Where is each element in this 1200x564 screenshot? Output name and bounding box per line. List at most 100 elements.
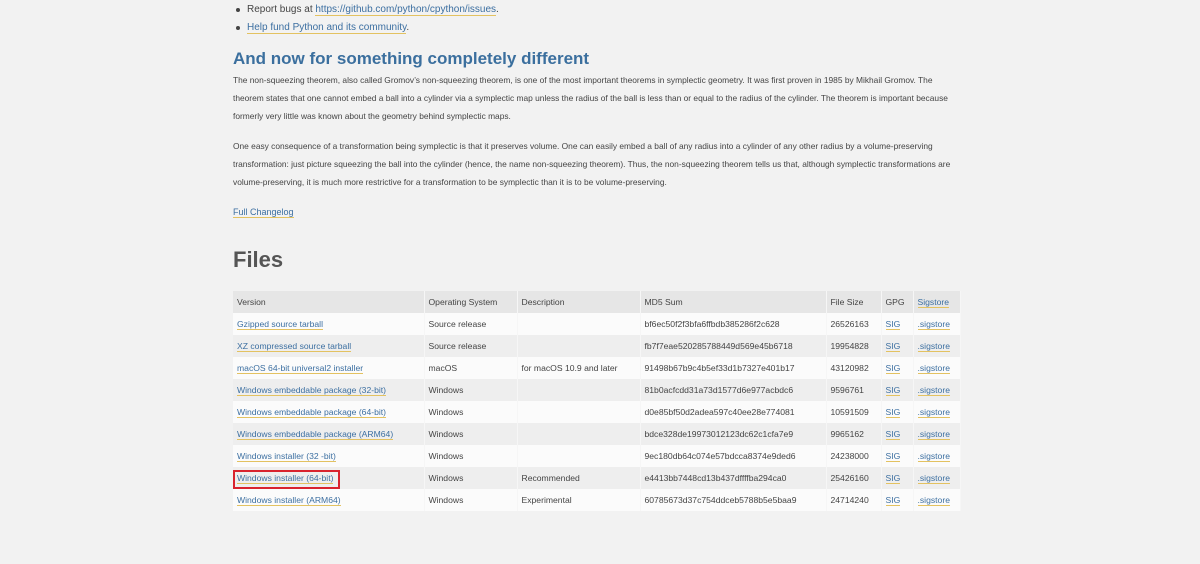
bullet-suffix: .: [496, 4, 499, 15]
table-row: macOS 64-bit universal2 installer macOS fo…: [233, 357, 961, 379]
size-cell: 24238000: [826, 445, 882, 467]
description-cell: [517, 401, 641, 423]
table-cell-sigstore: .sigstore: [913, 445, 961, 467]
sigstore-link[interactable]: .sigstore: [917, 363, 950, 374]
size-cell: 19954828: [826, 335, 882, 357]
md5-cell: 81b0acfcdd31a73d1577d6e977acbdc6: [640, 379, 827, 401]
description-cell: [517, 445, 641, 467]
gpg-sig-link[interactable]: SIG: [885, 319, 901, 330]
column-header-version: Version: [233, 291, 425, 313]
md5-cell: fb7f7eae520285788449d569e45b6718: [640, 335, 827, 357]
gpg-sig-link[interactable]: SIG: [885, 341, 901, 352]
gpg-sig-link[interactable]: SIG: [885, 473, 901, 484]
file-link[interactable]: Gzipped source tarball: [237, 319, 323, 330]
table-cell-gpg: SIG: [881, 467, 914, 489]
os-cell: Windows: [424, 379, 518, 401]
table-cell-gpg: SIG: [881, 423, 914, 445]
file-link[interactable]: Windows installer (ARM64): [237, 495, 341, 506]
description-cell: Experimental: [517, 489, 641, 511]
table-row: Windows installer (32 -bit) Windows 9ec180…: [233, 445, 961, 467]
bullet-prefix: Report bugs at: [247, 4, 316, 15]
os-cell: Windows: [424, 423, 518, 445]
column-header-size: File Size: [826, 291, 882, 313]
size-cell: 10591509: [826, 401, 882, 423]
file-link[interactable]: Windows embeddable package (ARM64): [237, 429, 394, 440]
table-row: Windows embeddable package (ARM64) Window…: [233, 423, 961, 445]
section-heading: And now for something completely differe…: [233, 49, 590, 68]
md5-cell: bf6ec50f2f3bfa6ffbdb385286f2c628: [640, 313, 827, 335]
size-cell: 24714240: [826, 489, 882, 511]
table-cell-gpg: SIG: [881, 401, 914, 423]
bullet-list: Report bugs at https://github.com/python…: [233, 1, 499, 37]
file-link[interactable]: macOS 64-bit universal2 installer: [237, 363, 364, 374]
sigstore-link[interactable]: .sigstore: [917, 495, 950, 506]
sigstore-link[interactable]: .sigstore: [917, 451, 950, 462]
file-link[interactable]: Windows embeddable package (64-bit): [237, 407, 387, 418]
table-cell-gpg: SIG: [881, 357, 914, 379]
table-cell-sigstore: .sigstore: [913, 467, 961, 489]
sigstore-link[interactable]: .sigstore: [917, 319, 950, 330]
description-cell: for macOS 10.9 and later: [517, 357, 641, 379]
gpg-sig-link[interactable]: SIG: [885, 407, 901, 418]
list-item-report-bugs: Report bugs at https://github.com/python…: [233, 1, 499, 19]
files-heading: Files: [233, 247, 284, 272]
description-cell: [517, 335, 641, 357]
table-cell-version: XZ compressed source tarball: [233, 335, 425, 357]
sigstore-header-link[interactable]: Sigstore: [917, 297, 950, 308]
size-cell: 9596761: [826, 379, 882, 401]
gpg-sig-link[interactable]: SIG: [885, 451, 901, 462]
table-cell-version: Windows embeddable package (32-bit): [233, 379, 425, 401]
os-cell: Source release: [424, 313, 518, 335]
table-row: Windows installer (64-bit) Windows Recomme…: [233, 467, 961, 489]
table-row: Windows installer (ARM64) Windows Experime…: [233, 489, 961, 511]
column-header-description: Description: [517, 291, 641, 313]
gpg-sig-link[interactable]: SIG: [885, 495, 901, 506]
paragraph: One easy consequence of a transformation…: [233, 141, 951, 187]
page: Report bugs at https://github.com/python…: [0, 0, 1200, 564]
sigstore-link[interactable]: .sigstore: [917, 385, 950, 396]
table-cell-gpg: SIG: [881, 313, 914, 335]
gpg-sig-link[interactable]: SIG: [885, 385, 901, 396]
file-link[interactable]: Windows embeddable package (32-bit): [237, 385, 387, 396]
list-item-fund-python: Help fund Python and its community.: [233, 19, 499, 37]
files-table: Version Operating System Description MD5…: [233, 291, 961, 511]
file-link[interactable]: Windows installer (32 -bit): [237, 451, 336, 462]
os-cell: Source release: [424, 335, 518, 357]
sigstore-link[interactable]: .sigstore: [917, 407, 950, 418]
table-cell-gpg: SIG: [881, 335, 914, 357]
column-header-gpg: GPG: [881, 291, 914, 313]
gpg-sig-link[interactable]: SIG: [885, 363, 901, 374]
os-cell: Windows: [424, 445, 518, 467]
column-header-sigstore: Sigstore: [913, 291, 961, 313]
report-bugs-link[interactable]: https://github.com/python/cpython/issues: [315, 4, 497, 16]
column-header-os: Operating System: [424, 291, 518, 313]
table-cell-version: Windows installer (32 -bit): [233, 445, 425, 467]
sigstore-link[interactable]: .sigstore: [917, 473, 950, 484]
fund-python-link[interactable]: Help fund Python and its community: [247, 22, 407, 34]
table-cell-version: Windows embeddable package (64-bit): [233, 401, 425, 423]
bullet-suffix: .: [406, 22, 410, 33]
file-link[interactable]: Windows installer (64-bit): [237, 473, 334, 484]
size-cell: 43120982: [826, 357, 882, 379]
table-header-row: Version Operating System Description MD5…: [233, 291, 961, 313]
description-cell: [517, 313, 641, 335]
table-row: Windows embeddable package (32-bit) Windo…: [233, 379, 961, 401]
file-link[interactable]: XZ compressed source tarball: [237, 341, 352, 352]
sigstore-link[interactable]: .sigstore: [917, 429, 950, 440]
full-changelog-link[interactable]: Full Changelog: [233, 207, 294, 218]
size-cell: 25426160: [826, 467, 882, 489]
md5-cell: 9ec180db64c074e57bdcca8374e9ded6: [640, 445, 827, 467]
gpg-sig-link[interactable]: SIG: [885, 429, 901, 440]
table-cell-sigstore: .sigstore: [913, 357, 961, 379]
description-cell: [517, 423, 641, 445]
sigstore-link[interactable]: .sigstore: [917, 341, 950, 352]
table-row: Windows embeddable package (64-bit) Windo…: [233, 401, 961, 423]
os-cell: Windows: [424, 467, 518, 489]
os-cell: Windows: [424, 401, 518, 423]
size-cell: 9965162: [826, 423, 882, 445]
table-row: XZ compressed source tarball Source relea…: [233, 335, 961, 357]
table-cell-version: Gzipped source tarball: [233, 313, 425, 335]
description-cell: Recommended: [517, 467, 641, 489]
table-cell-gpg: SIG: [881, 445, 914, 467]
md5-cell: e4413bb7448cd13b437dffffba294ca0: [640, 467, 827, 489]
